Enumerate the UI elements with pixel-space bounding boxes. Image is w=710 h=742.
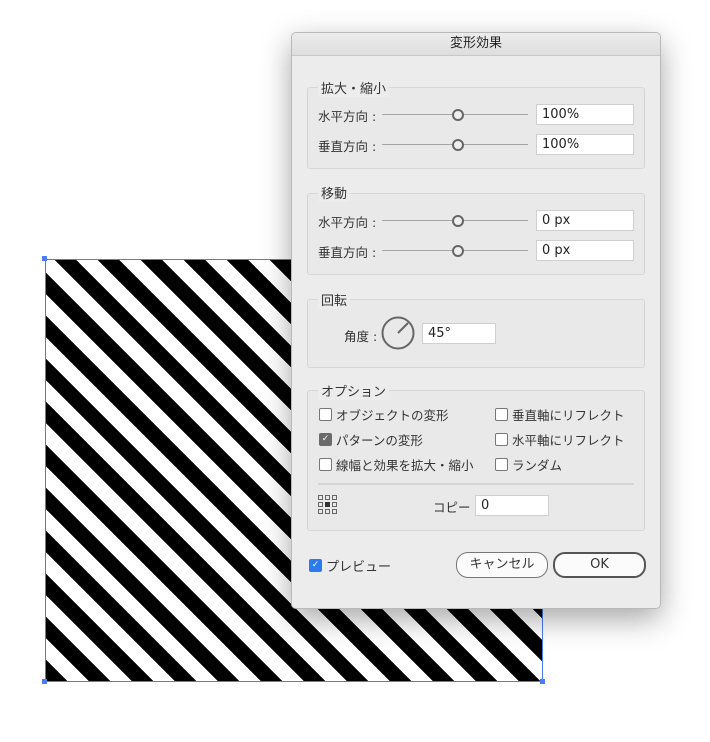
dialog-title: 変形効果 — [292, 33, 660, 56]
scale-strokes-label: 線幅と効果を拡大・縮小 — [336, 458, 474, 473]
reference-point-icon[interactable] — [318, 495, 337, 514]
ok-button[interactable]: OK — [553, 552, 646, 578]
slider-knob[interactable] — [452, 139, 464, 151]
reflect-y-checkbox[interactable] — [495, 433, 508, 446]
reflect-x-label: 垂直軸にリフレクト — [512, 408, 625, 423]
random-label: ランダム — [512, 458, 563, 473]
scale-vertical-slider[interactable] — [382, 139, 528, 151]
scale-vertical-input[interactable]: 100% — [536, 134, 634, 155]
copies-input[interactable]: 0 — [475, 495, 549, 516]
options-group-label: オプション — [318, 381, 390, 400]
rotate-group-label: 回転 — [318, 290, 351, 309]
scale-horizontal-label: 水平方向 : — [318, 109, 377, 124]
angle-input[interactable]: 45° — [422, 323, 496, 344]
preview-checkbox[interactable]: ✓ — [309, 559, 322, 572]
selection-handle[interactable] — [42, 256, 47, 261]
selection-handle[interactable] — [540, 679, 545, 684]
scale-group-label: 拡大・縮小 — [318, 78, 390, 97]
copies-label: コピー — [433, 500, 471, 515]
slider-knob[interactable] — [452, 245, 464, 257]
move-group — [307, 193, 645, 275]
transform-objects-label: オブジェクトの変形 — [336, 408, 449, 423]
move-group-label: 移動 — [318, 183, 351, 202]
move-horizontal-slider[interactable] — [382, 215, 528, 227]
transform-objects-checkbox[interactable] — [319, 408, 332, 421]
options-divider — [318, 483, 634, 485]
transform-patterns-checkbox[interactable]: ✓ — [319, 433, 332, 446]
move-vertical-input[interactable]: 0 px — [536, 240, 634, 261]
scale-horizontal-input[interactable]: 100% — [536, 104, 634, 125]
reflect-y-label: 水平軸にリフレクト — [512, 433, 625, 448]
selection-handle[interactable] — [42, 679, 47, 684]
reflect-x-checkbox[interactable] — [495, 408, 508, 421]
slider-knob[interactable] — [452, 215, 464, 227]
cancel-button[interactable]: キャンセル — [456, 552, 548, 578]
transform-patterns-label: パターンの変形 — [336, 433, 423, 448]
move-horizontal-input[interactable]: 0 px — [536, 210, 634, 231]
move-horizontal-label: 水平方向 : — [318, 215, 377, 230]
angle-label: 角度 : — [344, 329, 378, 344]
scale-horizontal-slider[interactable] — [382, 109, 528, 121]
transform-effect-dialog: 変形効果 拡大・縮小 水平方向 : 100% 垂直方向 : 100% 移動 水平… — [291, 32, 661, 609]
move-vertical-label: 垂直方向 : — [318, 245, 377, 260]
scale-strokes-checkbox[interactable] — [319, 458, 332, 471]
move-vertical-slider[interactable] — [382, 245, 528, 257]
slider-knob[interactable] — [452, 109, 464, 121]
random-checkbox[interactable] — [495, 458, 508, 471]
preview-label: プレビュー — [326, 560, 392, 575]
angle-dial[interactable] — [381, 316, 415, 350]
scale-group — [307, 87, 645, 169]
scale-vertical-label: 垂直方向 : — [318, 139, 377, 154]
